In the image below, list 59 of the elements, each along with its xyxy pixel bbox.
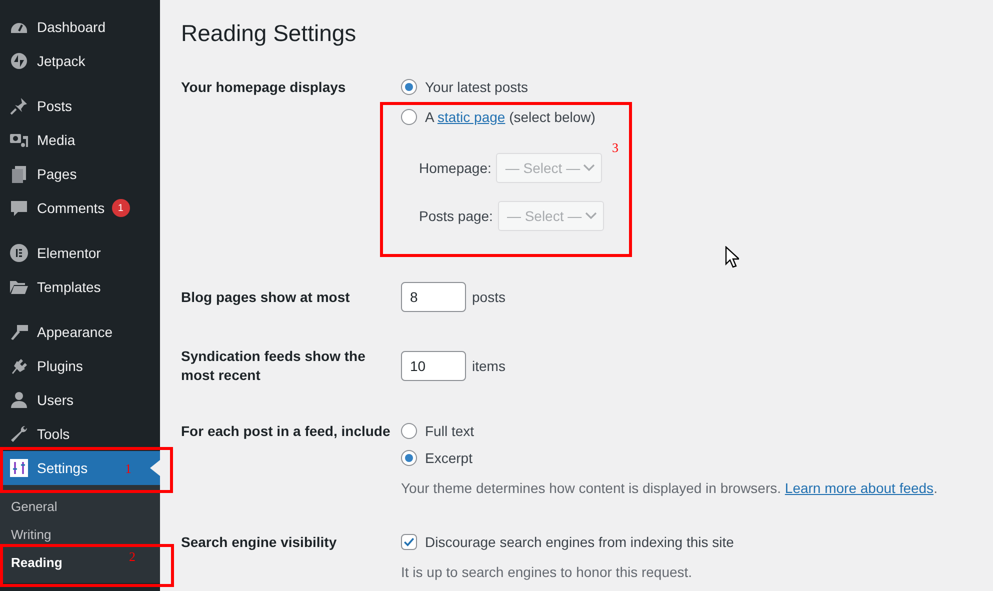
checkbox[interactable] (401, 534, 417, 550)
menu-item[interactable]: Users (0, 383, 160, 417)
option-label: Excerpt (425, 450, 472, 466)
setting-label: For each post in a feed, include (181, 422, 392, 441)
count-badge: 1 (112, 199, 130, 217)
chevron-down-icon (583, 164, 596, 172)
sliders-icon (9, 458, 29, 478)
unit-label: posts (472, 289, 506, 305)
radio-button[interactable] (401, 450, 417, 466)
setting-label: Syndication feeds show the most recent (181, 347, 366, 385)
annotation-number: 3 (612, 141, 618, 155)
menu-item[interactable]: Pages (0, 157, 160, 191)
setting-label: Your homepage displays (181, 78, 347, 97)
mouse-pointer-icon (725, 246, 739, 268)
plug-icon (9, 356, 29, 376)
annotation-number: 2 (129, 550, 136, 564)
checkbox-label: Discourage search engines from indexing this site (425, 534, 734, 550)
wrench-icon (9, 424, 29, 444)
option-label: A static page (select below) (425, 109, 596, 125)
submenu-item[interactable]: General (11, 492, 58, 520)
radio-button[interactable] (401, 109, 417, 125)
description-text: It is up to search engines to honor this request. (401, 563, 694, 582)
menu-item[interactable]: Elementor (0, 236, 160, 270)
description-text: Your theme determines how content is displayed in browsers. Learn more about feeds. (401, 479, 938, 498)
submenu-item[interactable]: Reading (11, 548, 62, 576)
select-label: Posts page: (419, 208, 493, 224)
menu-item[interactable]: Posts (0, 89, 160, 123)
menu-item[interactable]: Comments 1 (0, 191, 160, 225)
person-icon (9, 390, 29, 410)
menu-item[interactable]: Templates (0, 270, 160, 304)
paintbrush-icon (9, 322, 29, 342)
select-label: Homepage: (419, 160, 492, 176)
pages-icon (9, 164, 29, 184)
setting-label: Blog pages show at most (181, 288, 351, 307)
page-title: Reading Settings (181, 20, 358, 46)
number-input[interactable]: 8 (401, 282, 466, 312)
learn-more-link[interactable]: Learn more about feeds (784, 480, 934, 496)
setting-label: Search engine visibility (181, 533, 338, 552)
menu-item[interactable]: Tools (0, 417, 160, 451)
static-page-link[interactable]: static page (437, 109, 506, 125)
chevron-down-icon (584, 212, 597, 220)
menu-item[interactable]: Media (0, 123, 160, 157)
radio-button[interactable] (401, 423, 417, 439)
bolt-circle-icon (9, 51, 29, 71)
speech-bubble-icon (9, 198, 29, 218)
option-label: Your latest posts (425, 79, 528, 95)
number-input[interactable]: 10 (401, 351, 466, 381)
unit-label: items (472, 358, 506, 374)
menu-item[interactable]: Appearance (0, 315, 160, 349)
option-label: Full text (425, 423, 474, 439)
letter-circle-icon (9, 243, 29, 263)
menu-item[interactable]: Plugins (0, 349, 160, 383)
radio-button[interactable] (401, 79, 417, 95)
menu-item[interactable]: Jetpack (0, 44, 160, 78)
menu-item[interactable]: Dashboard (0, 10, 160, 44)
pin-icon (9, 96, 29, 116)
submenu-item[interactable]: Writing (11, 520, 52, 548)
current-pointer-icon (150, 458, 160, 478)
annotation-number: 1 (125, 462, 132, 476)
